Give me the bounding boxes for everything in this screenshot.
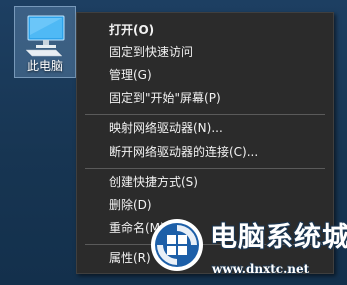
watermark-logo-icon [151,219,203,271]
watermark-url: www.dnxtc.net [212,262,310,276]
menu-item-map-network-drive[interactable]: 映射网络驱动器(N)... [77,118,333,139]
menu-item-disconnect-network-drive[interactable]: 断开网络驱动器的连接(C)... [77,142,333,163]
this-pc-label: 此电脑 [26,59,63,73]
menu-item-manage[interactable]: 管理(G) [77,65,333,86]
menu-item-delete[interactable]: 删除(D) [77,195,333,216]
menu-item-pin-quick-access[interactable]: 固定到快速访问 [77,42,333,63]
watermark: 电脑系统城 www.dnxtc.net [140,214,347,285]
menu-item-create-shortcut[interactable]: 创建快捷方式(S) [77,172,333,193]
menu-separator [85,168,325,169]
desktop-background[interactable]: 此电脑 打开(O) 固定到快速访问 管理(G) 固定到"开始"屏幕(P) 映射网… [0,0,347,285]
computer-icon [26,15,65,57]
watermark-title: 电脑系统城 [210,222,347,253]
menu-item-pin-start[interactable]: 固定到"开始"屏幕(P) [77,88,333,109]
menu-item-open[interactable]: 打开(O) [77,20,333,41]
this-pc-desktop-icon[interactable]: 此电脑 [14,6,76,78]
menu-separator [85,114,325,115]
